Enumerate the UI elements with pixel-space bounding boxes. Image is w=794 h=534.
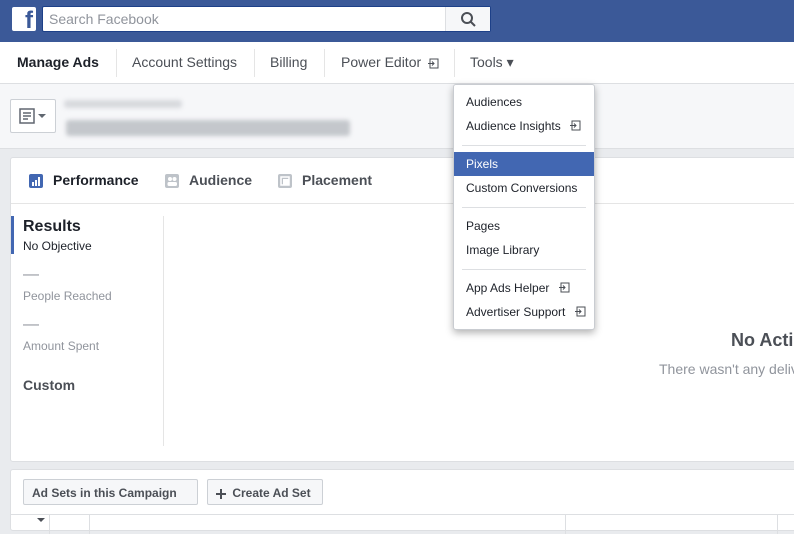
- campaign-menu-button[interactable]: [10, 99, 56, 133]
- tab-bar: Performance Audience Placement: [11, 158, 794, 204]
- external-link-icon: [574, 306, 586, 317]
- nav-power-editor[interactable]: Power Editor: [341, 42, 439, 83]
- search-box: [42, 6, 491, 32]
- divider: [254, 49, 255, 77]
- people-reached-label[interactable]: People Reached: [23, 289, 112, 303]
- empty-state-subtitle: There wasn't any deliv: [659, 361, 794, 377]
- external-link-icon: [558, 282, 570, 293]
- adsets-dropdown-button[interactable]: Ad Sets in this Campaign: [23, 479, 198, 522]
- divider: [116, 49, 117, 77]
- menu-item-audiences[interactable]: Audiences: [454, 90, 594, 114]
- bar-chart-icon: [29, 174, 43, 188]
- create-adset-button[interactable]: Create Ad Set: [207, 479, 323, 505]
- button-label: Ad Sets in this Campaign: [32, 486, 177, 500]
- external-link-icon: [570, 120, 581, 131]
- blurred-campaign-title: [66, 120, 350, 136]
- blurred-breadcrumb: [64, 100, 182, 108]
- results-title[interactable]: Results: [23, 218, 81, 236]
- menu-separator: [462, 145, 586, 146]
- tab-label: Performance: [53, 172, 139, 188]
- caret-down-icon: ▾: [506, 54, 514, 70]
- custom-metric[interactable]: Custom: [23, 377, 75, 393]
- search-button[interactable]: [445, 7, 490, 31]
- campaign-header: [0, 84, 794, 149]
- menu-item-app-ads-helper[interactable]: App Ads Helper: [454, 276, 594, 300]
- people-icon: [165, 174, 179, 188]
- nav-billing[interactable]: Billing: [270, 42, 307, 83]
- selected-indicator: [11, 216, 14, 254]
- nav-tools[interactable]: Tools ▾: [470, 42, 514, 83]
- menu-item-advertiser-support[interactable]: Advertiser Support: [454, 300, 594, 324]
- caret-down-icon: [37, 517, 45, 522]
- top-bar: f: [0, 0, 794, 43]
- menu-label: Audiences: [466, 95, 523, 109]
- external-link-icon: [428, 58, 439, 69]
- people-reached-value: —: [23, 266, 39, 283]
- tools-menu: Audiences Audience Insights Pixels Custo…: [453, 84, 595, 330]
- menu-item-pages[interactable]: Pages: [454, 214, 594, 238]
- placement-icon: [278, 174, 292, 188]
- nav-label: Account Settings: [132, 54, 238, 70]
- divider: [89, 514, 90, 534]
- tab-audience[interactable]: Audience: [189, 158, 252, 203]
- divider: [324, 49, 325, 77]
- tab-placement[interactable]: Placement: [302, 158, 372, 203]
- menu-label: Audience Insights: [466, 119, 561, 133]
- tab-label: Placement: [302, 172, 373, 188]
- divider: [565, 514, 566, 534]
- menu-item-custom-conversions[interactable]: Custom Conversions: [454, 176, 594, 200]
- menu-label: Image Library: [466, 243, 540, 257]
- ads-nav: Manage Ads Account Settings Billing Powe…: [0, 42, 794, 84]
- divider: [777, 514, 778, 534]
- nav-manage-ads[interactable]: Manage Ads: [17, 42, 99, 83]
- tab-performance[interactable]: Performance: [53, 158, 139, 203]
- facebook-logo-icon[interactable]: f: [12, 7, 36, 33]
- menu-label: Pixels: [466, 157, 499, 171]
- divider: [454, 49, 455, 77]
- search-input[interactable]: [43, 7, 439, 31]
- table-header-line: [11, 514, 794, 515]
- plus-icon: [216, 488, 226, 499]
- menu-label: App Ads Helper: [466, 281, 550, 295]
- amount-spent-value: —: [23, 316, 39, 333]
- results-objective: No Objective: [23, 239, 92, 253]
- performance-card: Performance Audience Placement Results N…: [10, 157, 794, 462]
- nav-label: Power Editor: [341, 54, 422, 70]
- campaign-list-icon: [19, 108, 46, 124]
- results-column: Results No Objective — People Reached — …: [11, 216, 164, 446]
- menu-item-audience-insights[interactable]: Audience Insights: [454, 114, 594, 138]
- amount-spent-label[interactable]: Amount Spent: [23, 339, 99, 353]
- menu-item-pixels[interactable]: Pixels: [454, 152, 594, 176]
- menu-separator: [462, 207, 586, 208]
- menu-separator: [462, 269, 586, 270]
- tab-label: Audience: [189, 172, 253, 188]
- button-label: Create Ad Set: [232, 486, 311, 500]
- nav-label: Tools: [470, 54, 503, 70]
- adsets-card: Ad Sets in this Campaign Create Ad Set: [10, 469, 794, 534]
- menu-label: Pages: [466, 219, 501, 233]
- menu-label: Custom Conversions: [466, 181, 578, 195]
- nav-label: Manage Ads: [17, 54, 99, 70]
- search-icon: [461, 12, 476, 27]
- nav-account-settings[interactable]: Account Settings: [132, 42, 237, 83]
- menu-item-image-library[interactable]: Image Library: [454, 238, 594, 262]
- menu-label: Advertiser Support: [466, 305, 566, 319]
- empty-state-title: No Acti: [731, 330, 794, 350]
- divider: [49, 514, 50, 534]
- nav-label: Billing: [270, 54, 308, 70]
